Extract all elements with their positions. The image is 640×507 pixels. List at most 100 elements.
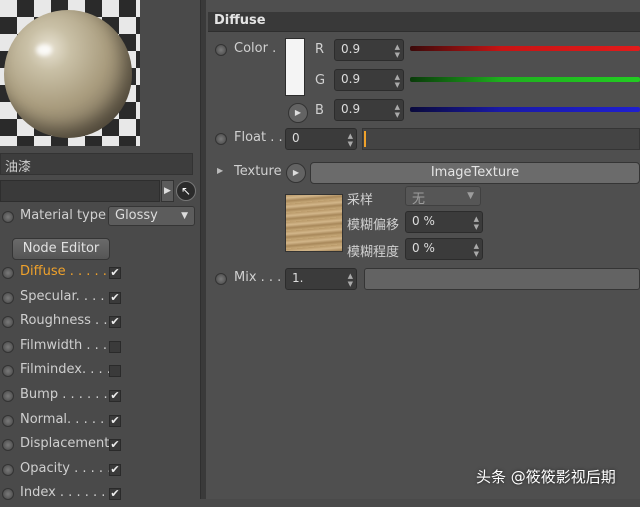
channel-label[interactable]: Filmwidth . . . [20, 338, 107, 353]
channel-checkbox[interactable]: ✔ [109, 267, 121, 279]
channel-label[interactable]: Specular. . . . . [20, 289, 113, 304]
channel-radio[interactable] [2, 390, 14, 402]
mix-input[interactable]: 1. ▲ ▼ [285, 268, 357, 290]
blur-degree-label: 模糊程度 [347, 245, 400, 260]
r-label: R [315, 42, 325, 57]
g-input[interactable]: 0.9 ▲ ▼ [334, 69, 404, 91]
channel-radio[interactable] [2, 340, 14, 353]
mix-label: Mix . . . [234, 270, 282, 285]
channel-row[interactable]: Bump . . . . . . . ✔ [0, 385, 200, 409]
channel-row[interactable]: Opacity . . . . . ✔ [0, 459, 200, 483]
channel-radio[interactable] [2, 439, 14, 452]
blur-offset-value: 0 % [412, 214, 435, 228]
material-type-radio[interactable] [2, 211, 14, 223]
mix-radio[interactable] [215, 273, 227, 285]
texture-link-button[interactable]: ▶ [286, 163, 306, 183]
image-texture-button[interactable]: ImageTexture [310, 162, 640, 184]
float-label: Float . . [234, 130, 283, 145]
channel-checkbox[interactable]: ✔ [109, 439, 121, 452]
channel-radio[interactable] [2, 414, 14, 427]
mix-slider[interactable] [364, 268, 640, 290]
color-label: Color . [234, 41, 277, 56]
preview-highlight [36, 44, 52, 56]
sampling-label: 采样 [347, 193, 374, 208]
preview-sphere [4, 10, 132, 138]
sampling-select[interactable]: 无 ▼ [405, 186, 481, 207]
channel-label[interactable]: Opacity . . . . . [20, 461, 111, 476]
g-spinner-icon[interactable]: ▲ ▼ [395, 73, 400, 89]
channel-label[interactable]: Filmindex. . . . [20, 362, 111, 377]
channel-checkbox[interactable]: ✔ [109, 316, 121, 329]
pick-cursor-icon[interactable]: ↖ [176, 181, 196, 201]
channel-checkbox[interactable] [109, 340, 121, 353]
color-expand-button[interactable]: ▶ [288, 103, 308, 123]
blur-offset-label: 模糊偏移 [347, 218, 400, 233]
float-slider-marker[interactable] [364, 131, 366, 147]
channel-row[interactable]: Filmindex. . . . [0, 360, 200, 384]
blur-offset-spinner-icon[interactable]: ▲ ▼ [474, 215, 479, 231]
channel-label[interactable]: Index . . . . . . . [20, 485, 114, 500]
channel-radio[interactable] [2, 463, 14, 476]
b-slider[interactable] [410, 107, 640, 112]
channel-radio[interactable] [2, 365, 14, 378]
b-input[interactable]: 0.9 ▲ ▼ [334, 99, 404, 121]
texture-thumbnail[interactable] [285, 194, 343, 252]
channel-checkbox[interactable]: ✔ [109, 390, 121, 402]
channel-row[interactable]: Displacement ✔ [0, 434, 200, 458]
channel-radio[interactable] [2, 291, 14, 304]
channel-label[interactable]: Bump . . . . . . . [20, 387, 116, 402]
r-slider[interactable] [410, 46, 640, 51]
channel-radio[interactable] [2, 267, 14, 279]
node-editor-button[interactable]: Node Editor [12, 238, 110, 260]
r-value: 0.9 [341, 42, 361, 56]
channel-row[interactable]: Specular. . . . . ✔ [0, 287, 200, 311]
channel-checkbox[interactable] [109, 365, 121, 378]
texture-expand-icon[interactable]: ▶ [217, 166, 223, 175]
float-value: 0 [292, 131, 300, 145]
channel-checkbox[interactable]: ✔ [109, 291, 121, 304]
material-sidebar: 油漆 ▶ ↖ Material type Glossy ▼ Node Edito… [0, 0, 200, 501]
channel-checkbox[interactable]: ✔ [109, 463, 121, 476]
mix-value: 1. [292, 271, 304, 285]
blur-degree-value: 0 % [412, 241, 435, 255]
color-swatch[interactable] [285, 38, 305, 96]
blur-degree-spinner-icon[interactable]: ▲ ▼ [474, 242, 479, 258]
channel-row[interactable]: Diffuse . . . . . ✔ [0, 262, 200, 286]
watermark-text: 头条 @筱筱影视后期 [476, 468, 616, 486]
b-spinner-icon[interactable]: ▲ ▼ [395, 103, 400, 119]
b-label: B [315, 103, 324, 118]
chevron-down-icon: ▼ [467, 191, 474, 201]
float-radio[interactable] [215, 133, 227, 145]
float-spinner-icon[interactable]: ▲ ▼ [348, 132, 353, 148]
material-preview[interactable] [0, 0, 140, 146]
g-slider[interactable] [410, 77, 640, 82]
material-name-field[interactable]: 油漆 [0, 153, 193, 175]
channel-label[interactable]: Normal. . . . . . . [20, 412, 121, 427]
channel-label[interactable]: Diffuse . . . . . [20, 264, 107, 279]
g-label: G [315, 73, 326, 88]
material-type-value: Glossy [115, 208, 158, 223]
channel-checkbox[interactable]: ✔ [109, 414, 121, 427]
channel-label[interactable]: Displacement [20, 436, 109, 451]
channel-label[interactable]: Roughness . . [20, 313, 107, 328]
blur-offset-input[interactable]: 0 % ▲ ▼ [405, 211, 483, 233]
b-value: 0.9 [341, 102, 361, 116]
channel-row[interactable]: Filmwidth . . . [0, 336, 200, 360]
channel-row[interactable]: Roughness . . ✔ [0, 311, 200, 335]
material-type-label: Material type [20, 208, 106, 223]
channel-row[interactable]: Normal. . . . . . . ✔ [0, 410, 200, 434]
float-slider[interactable] [362, 128, 640, 150]
channel-row[interactable]: Index . . . . . . . ✔ [0, 483, 200, 507]
channel-radio[interactable] [2, 316, 14, 329]
sampling-value: 无 [412, 192, 426, 207]
material-type-select[interactable]: Glossy ▼ [108, 206, 195, 226]
float-input[interactable]: 0 ▲ ▼ [285, 128, 357, 150]
r-input[interactable]: 0.9 ▲ ▼ [334, 39, 404, 61]
material-link-field[interactable] [0, 180, 160, 202]
blur-degree-input[interactable]: 0 % ▲ ▼ [405, 238, 483, 260]
r-spinner-icon[interactable]: ▲ ▼ [395, 43, 400, 59]
link-arrow-button[interactable]: ▶ [161, 180, 174, 202]
mix-spinner-icon[interactable]: ▲ ▼ [348, 272, 353, 288]
color-radio[interactable] [215, 44, 227, 56]
section-title: Diffuse [208, 12, 640, 32]
